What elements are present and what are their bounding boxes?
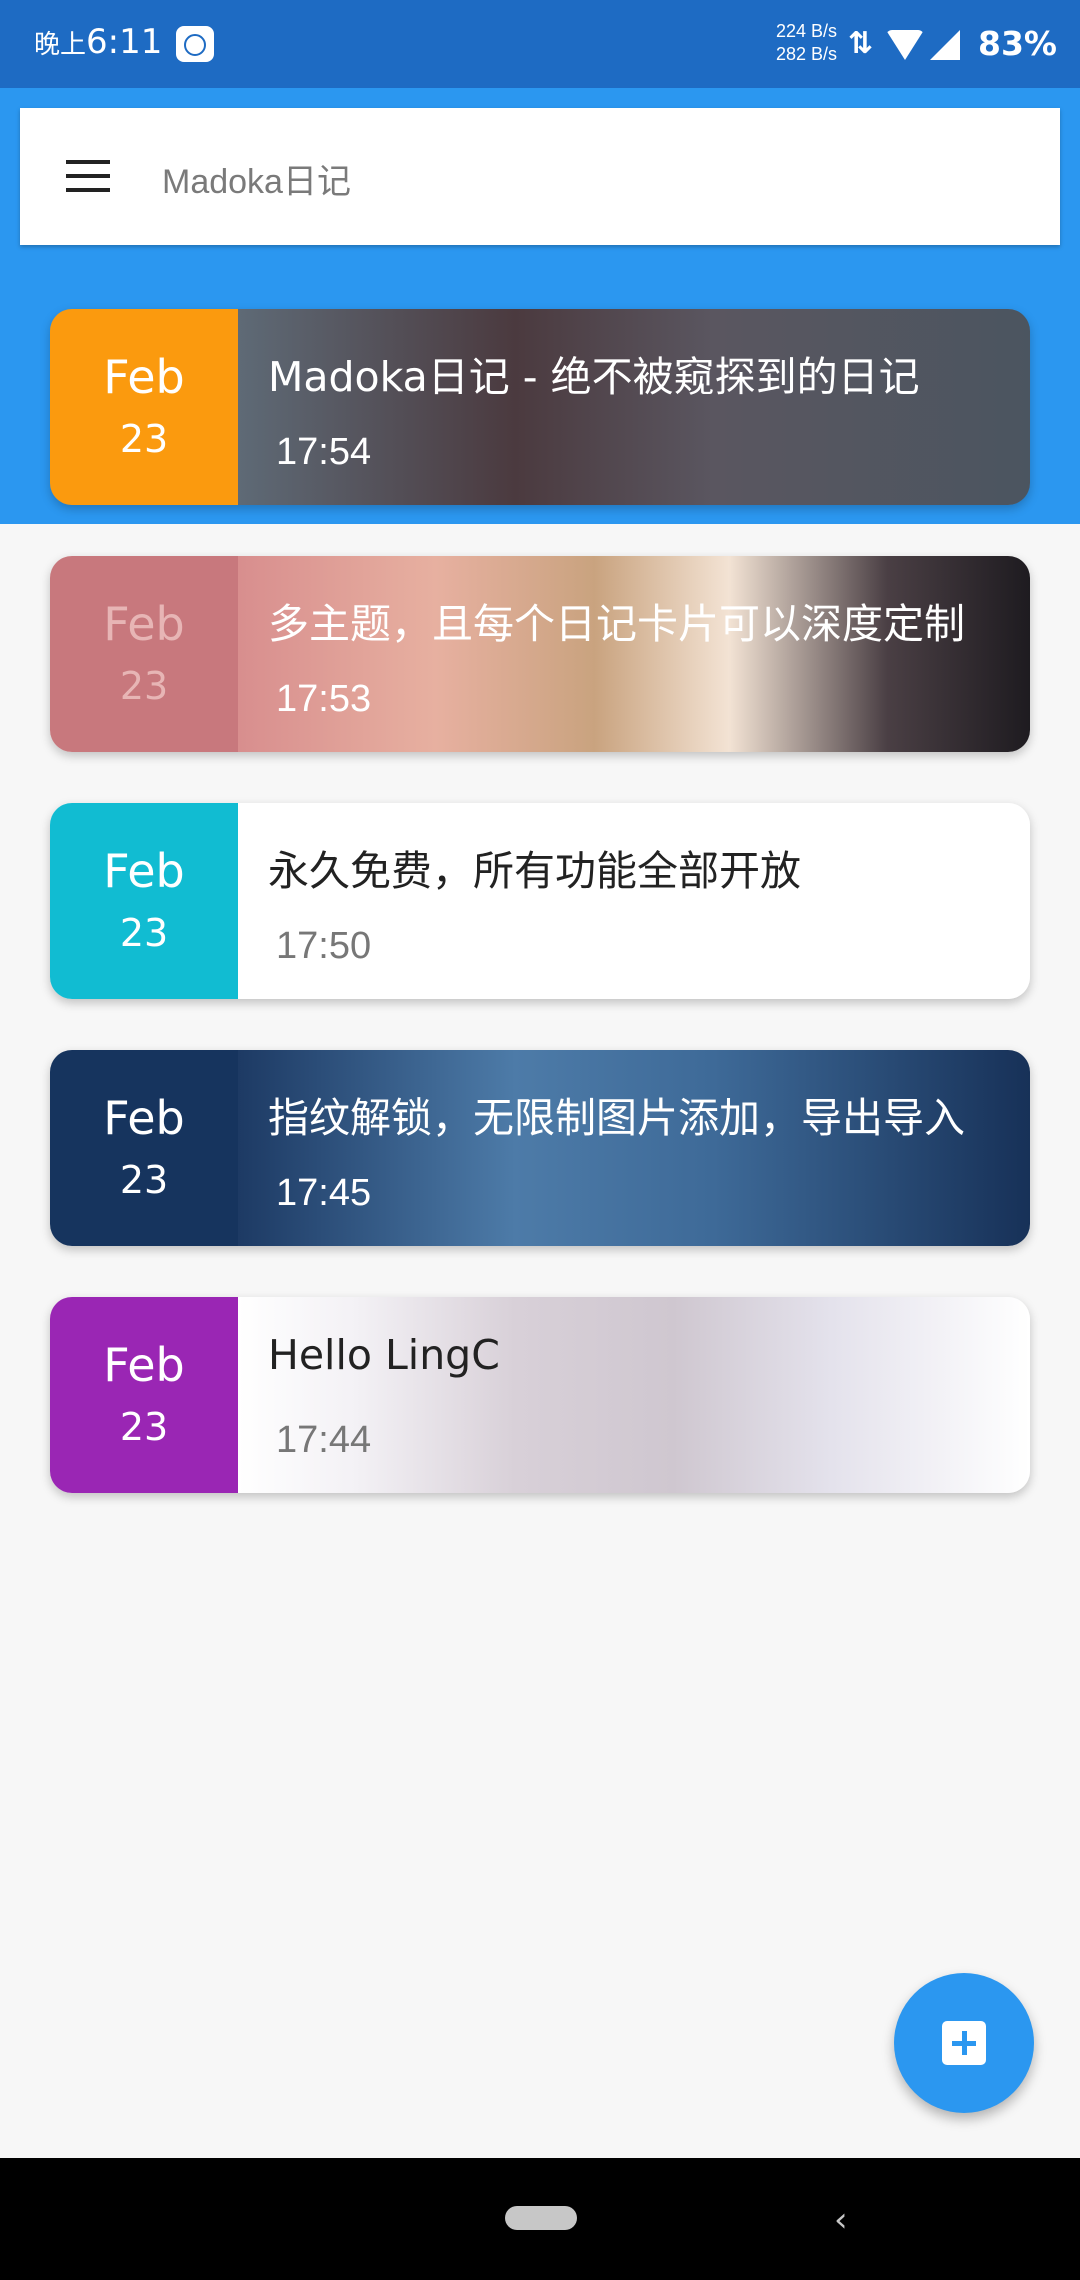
- card-time: 17:44: [276, 1419, 372, 1461]
- status-time: 晚上6:11: [34, 22, 163, 62]
- home-pill-button[interactable]: [505, 2206, 577, 2230]
- card-time: 17:50: [276, 925, 372, 967]
- card-day: 23: [119, 1405, 169, 1449]
- diary-card[interactable]: Feb 23 多主题，且每个日记卡片可以深度定制 17:53: [50, 556, 1030, 752]
- card-body[interactable]: 多主题，且每个日记卡片可以深度定制 17:53: [238, 556, 1030, 752]
- card-day: 23: [119, 911, 169, 955]
- card-day: 23: [119, 664, 169, 708]
- card-title: 多主题，且每个日记卡片可以深度定制: [268, 600, 965, 648]
- diary-card[interactable]: Feb 23 Hello LingC 17:44: [50, 1297, 1030, 1493]
- card-time: 17:45: [276, 1172, 372, 1214]
- card-month: Feb: [103, 350, 185, 404]
- status-bar: 晚上6:11 224 B/s 282 B/s ⇅ 83%: [0, 0, 1080, 88]
- back-icon[interactable]: ‹: [834, 2200, 848, 2240]
- cell-signal-icon: [930, 30, 960, 60]
- mi-notification-icon: [176, 26, 214, 62]
- battery-level: 83%: [978, 24, 1057, 63]
- diary-card[interactable]: Feb 23 永久免费，所有功能全部开放 17:50: [50, 803, 1030, 999]
- menu-icon[interactable]: [66, 160, 110, 194]
- card-time: 17:53: [276, 678, 372, 720]
- card-month: Feb: [103, 1338, 185, 1392]
- card-date: Feb 23: [50, 1050, 238, 1246]
- card-date: Feb 23: [50, 309, 238, 505]
- card-month: Feb: [103, 1091, 185, 1145]
- data-transfer-icon: ⇅: [848, 26, 874, 61]
- card-body[interactable]: Madoka日记 - 绝不被窥探到的日记 17:54: [238, 309, 1030, 505]
- diary-card[interactable]: Feb 23 Madoka日记 - 绝不被窥探到的日记 17:54: [50, 309, 1030, 505]
- card-day: 23: [119, 417, 169, 461]
- card-date: Feb 23: [50, 1297, 238, 1493]
- card-time: 17:54: [276, 431, 372, 473]
- card-title: 永久免费，所有功能全部开放: [268, 847, 801, 895]
- wifi-icon: [886, 30, 924, 60]
- system-nav-bar: ‹: [0, 2158, 1080, 2280]
- card-body[interactable]: 指纹解锁，无限制图片添加，导出导入 17:45: [238, 1050, 1030, 1246]
- card-title: Hello LingC: [268, 1331, 500, 1379]
- card-month: Feb: [103, 597, 185, 651]
- add-box-icon: [942, 2021, 986, 2065]
- card-month: Feb: [103, 844, 185, 898]
- search-input[interactable]: Madoka日记: [162, 154, 351, 203]
- card-day: 23: [119, 1158, 169, 1202]
- diary-card[interactable]: Feb 23 指纹解锁，无限制图片添加，导出导入 17:45: [50, 1050, 1030, 1246]
- card-date: Feb 23: [50, 803, 238, 999]
- add-entry-button[interactable]: [894, 1973, 1034, 2113]
- search-bar[interactable]: Madoka日记: [20, 108, 1060, 245]
- card-body[interactable]: 永久免费，所有功能全部开放 17:50: [238, 803, 1030, 999]
- network-speed: 224 B/s 282 B/s: [776, 21, 838, 64]
- card-body[interactable]: Hello LingC 17:44: [238, 1297, 1030, 1493]
- card-title: Madoka日记 - 绝不被窥探到的日记: [268, 353, 920, 401]
- card-title: 指纹解锁，无限制图片添加，导出导入: [268, 1094, 965, 1142]
- card-date: Feb 23: [50, 556, 238, 752]
